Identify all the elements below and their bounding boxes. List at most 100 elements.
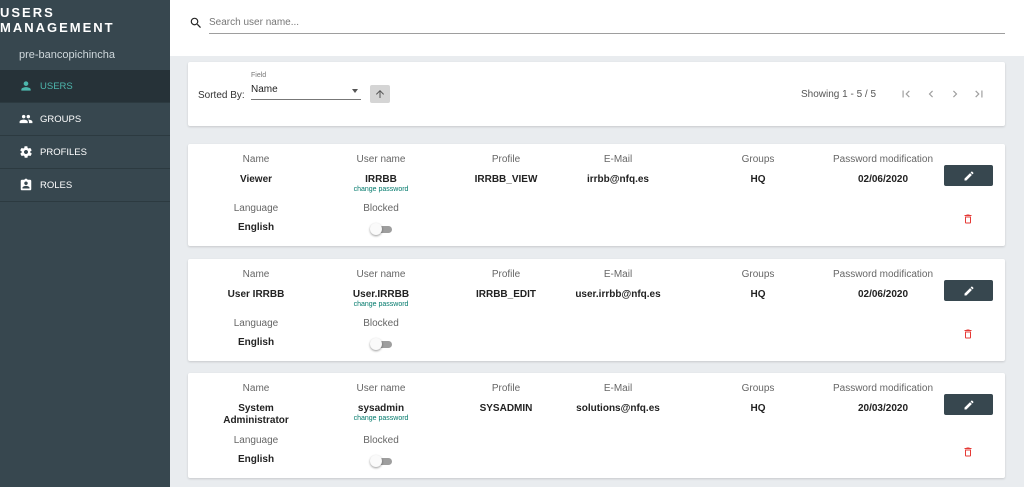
sidebar-item-roles[interactable]: ROLES xyxy=(0,169,170,202)
badge-icon xyxy=(19,178,33,192)
sidebar-item-label: USERS xyxy=(40,80,73,92)
sort-panel: Sorted By: Field Name Showing 1 - 5 / 5 xyxy=(188,62,1005,126)
column-header-username: User name xyxy=(356,154,406,165)
edit-user-button[interactable] xyxy=(944,165,993,186)
user-password-modified: 02/06/2020 xyxy=(857,289,909,300)
user-email: solutions@nfq.es xyxy=(576,403,660,414)
column-header-blocked: Blocked xyxy=(363,318,399,329)
prev-page-button[interactable] xyxy=(921,84,941,104)
user-email: user.irrbb@nfq.es xyxy=(575,289,661,300)
user-name: User IRRBB xyxy=(227,289,285,300)
user-name: Viewer xyxy=(239,174,273,185)
sort-field-select[interactable]: Name xyxy=(251,82,361,100)
sidebar-item-label: ROLES xyxy=(40,179,73,191)
user-username: IRRBB xyxy=(365,174,397,185)
search-icon xyxy=(189,16,203,30)
column-header-password-modification: Password modification xyxy=(832,383,934,394)
sorted-by-label: Sorted By: xyxy=(198,90,245,101)
column-header-password-modification: Password modification xyxy=(832,154,934,165)
chevron-right-icon xyxy=(953,90,958,98)
sort-direction-button[interactable] xyxy=(370,85,390,103)
user-card: Name User name Profile E-Mail Groups Pas… xyxy=(188,144,1005,246)
blocked-toggle[interactable] xyxy=(370,455,392,467)
column-header-username: User name xyxy=(356,269,406,280)
user-password-modified: 20/03/2020 xyxy=(857,403,909,414)
app-title: USERS MANAGEMENT xyxy=(0,5,115,35)
change-password-link[interactable]: change password xyxy=(331,186,431,193)
user-username: User.IRRBB xyxy=(352,289,410,300)
user-username-cell: User.IRRBB change password xyxy=(331,289,431,308)
sidebar-item-groups[interactable]: GROUPS xyxy=(0,103,170,136)
search-bar xyxy=(170,0,1024,56)
column-header-blocked: Blocked xyxy=(363,203,399,214)
change-password-link[interactable]: change password xyxy=(331,301,431,308)
blocked-toggle[interactable] xyxy=(370,338,392,350)
column-header-language: Language xyxy=(233,203,279,214)
user-name: System Administrator xyxy=(223,403,289,426)
column-header-profile: Profile xyxy=(491,383,521,394)
search-input[interactable] xyxy=(209,12,1005,34)
column-header-name: Name xyxy=(242,269,270,280)
column-header-groups: Groups xyxy=(741,269,775,280)
user-language: English xyxy=(237,454,275,465)
first-page-button[interactable] xyxy=(896,84,916,104)
user-card: Name User name Profile E-Mail Groups Pas… xyxy=(188,259,1005,361)
column-header-name: Name xyxy=(242,154,270,165)
column-header-groups: Groups xyxy=(741,154,775,165)
column-header-password-modification: Password modification xyxy=(832,269,934,280)
user-groups: HQ xyxy=(750,174,766,185)
user-username: sysadmin xyxy=(357,403,405,414)
person-icon xyxy=(19,79,33,93)
trash-icon xyxy=(964,214,972,224)
field-label: Field xyxy=(251,72,267,79)
column-header-language: Language xyxy=(233,318,279,329)
sidebar-item-users[interactable]: USERS xyxy=(0,70,170,103)
user-groups: HQ xyxy=(750,403,766,414)
arrow-up-icon xyxy=(376,90,384,98)
chevron-left-icon xyxy=(928,90,933,98)
user-username-cell: IRRBB change password xyxy=(331,174,431,193)
tenant-name: pre-bancopichincha xyxy=(19,49,116,61)
pagination-status: Showing 1 - 5 / 5 xyxy=(801,89,877,100)
column-header-blocked: Blocked xyxy=(363,435,399,446)
delete-user-button[interactable] xyxy=(961,327,975,341)
user-profile: IRRBB_VIEW xyxy=(474,174,538,185)
delete-user-button[interactable] xyxy=(961,445,975,459)
column-header-email: E-Mail xyxy=(603,269,633,280)
last-page-button[interactable] xyxy=(969,84,989,104)
column-header-email: E-Mail xyxy=(603,154,633,165)
column-header-name: Name xyxy=(242,383,270,394)
user-language: English xyxy=(237,222,275,233)
gear-icon xyxy=(19,145,33,159)
trash-icon xyxy=(964,447,972,457)
caret-down-icon xyxy=(352,89,358,93)
sidebar-item-profiles[interactable]: PROFILES xyxy=(0,136,170,169)
user-email: irrbb@nfq.es xyxy=(587,174,649,185)
column-header-profile: Profile xyxy=(491,154,521,165)
column-header-email: E-Mail xyxy=(603,383,633,394)
user-card: Name User name Profile E-Mail Groups Pas… xyxy=(188,373,1005,478)
user-password-modified: 02/06/2020 xyxy=(857,174,909,185)
sidebar-item-label: PROFILES xyxy=(40,146,87,158)
next-page-button[interactable] xyxy=(945,84,965,104)
pencil-icon xyxy=(964,286,973,295)
blocked-toggle[interactable] xyxy=(370,223,392,235)
user-groups: HQ xyxy=(750,289,766,300)
column-header-profile: Profile xyxy=(491,269,521,280)
edit-user-button[interactable] xyxy=(944,280,993,301)
first-page-icon xyxy=(902,90,910,98)
edit-user-button[interactable] xyxy=(944,394,993,415)
people-icon xyxy=(19,112,33,126)
sort-field-value: Name xyxy=(251,84,278,95)
last-page-icon xyxy=(975,90,983,98)
user-username-cell: sysadmin change password xyxy=(331,403,431,422)
user-profile: IRRBB_EDIT xyxy=(475,289,536,300)
column-header-language: Language xyxy=(233,435,279,446)
change-password-link[interactable]: change password xyxy=(331,415,431,422)
user-language: English xyxy=(237,337,275,348)
column-header-username: User name xyxy=(356,383,406,394)
delete-user-button[interactable] xyxy=(961,212,975,226)
pencil-icon xyxy=(964,171,973,180)
trash-icon xyxy=(964,329,972,339)
pencil-icon xyxy=(964,400,973,409)
